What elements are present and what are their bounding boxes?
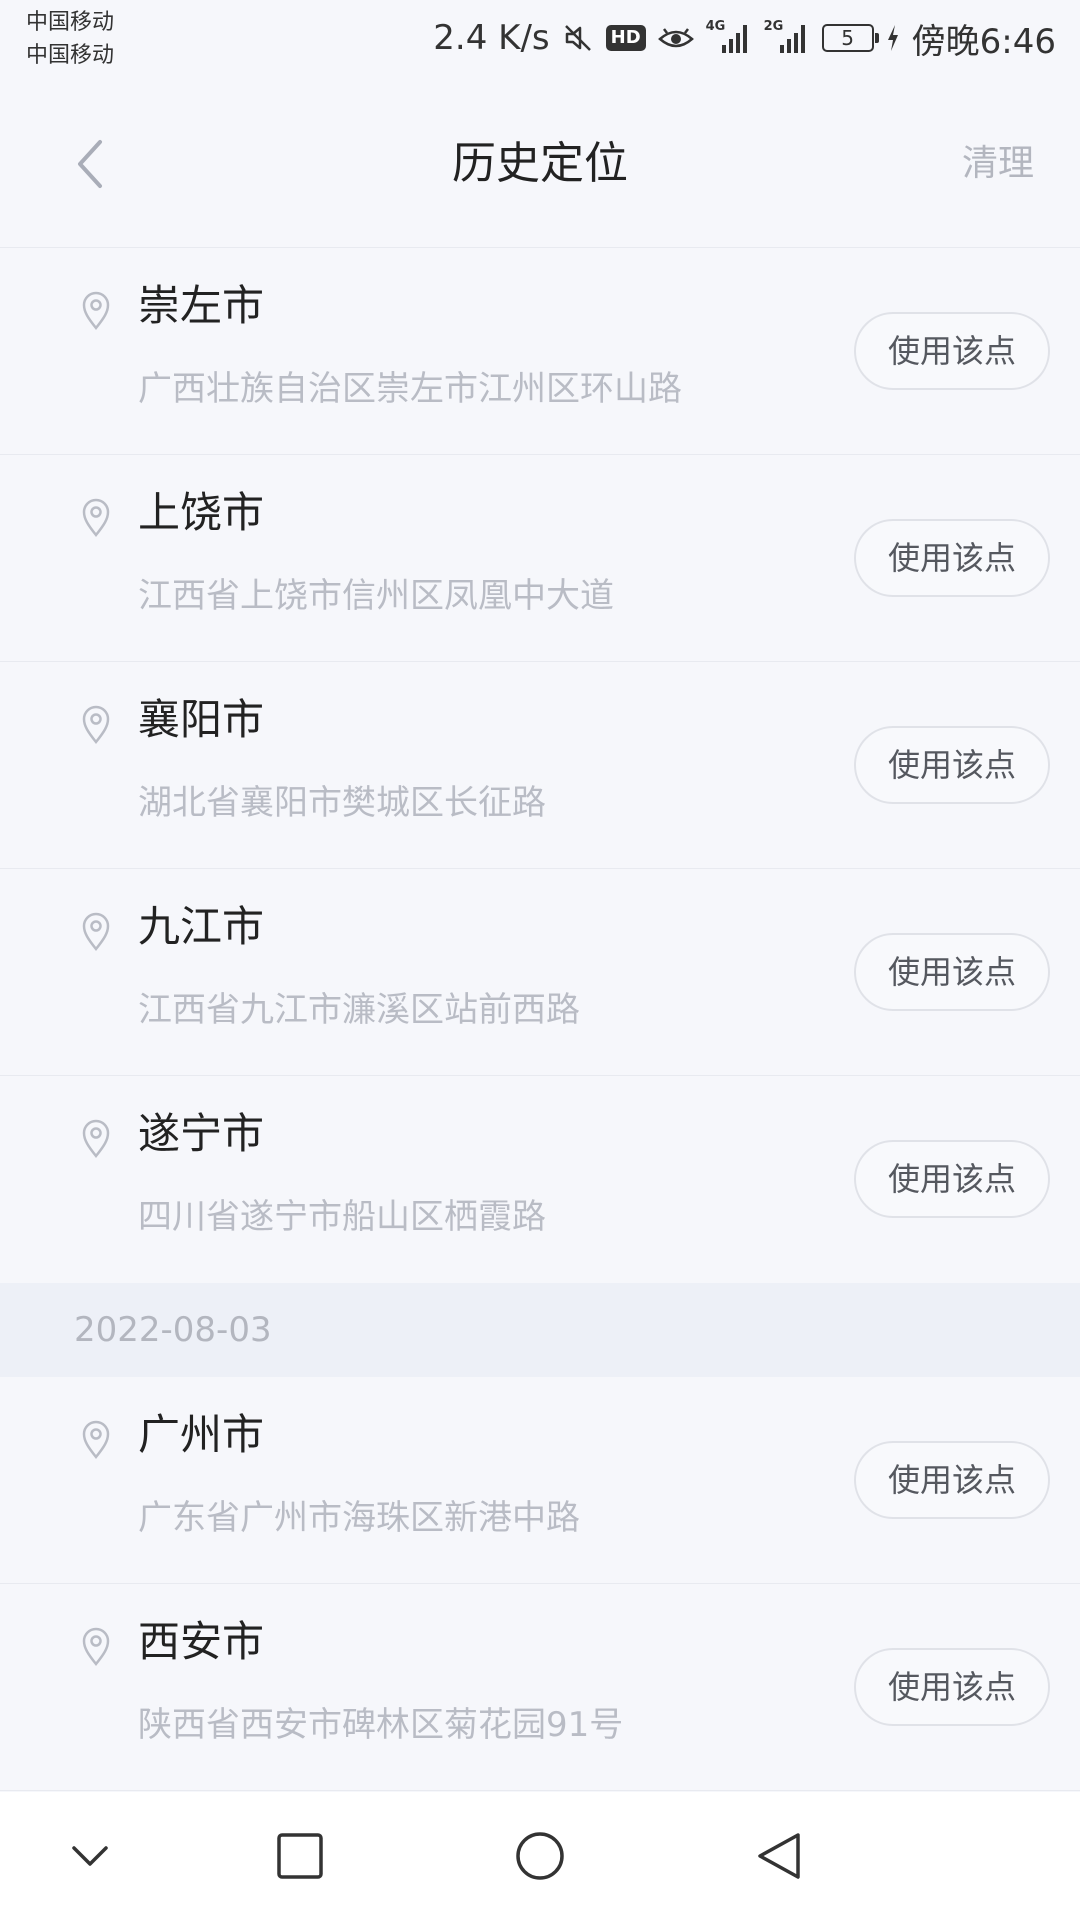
location-name: 上饶市: [138, 488, 265, 537]
nav-hide-button[interactable]: [64, 1830, 116, 1882]
location-history-list: 崇左市 广西壮族自治区崇左市江州区环山路 使用该点 上饶市 江西省上饶市信州区凤…: [0, 248, 1080, 1791]
chevron-down-icon: [72, 1846, 108, 1866]
nav-back-button[interactable]: [754, 1830, 806, 1882]
location-address: 江西省上饶市信州区凤凰中大道: [138, 576, 614, 616]
location-pin-icon: [82, 1119, 110, 1158]
location-item[interactable]: 遂宁市 四川省遂宁市船山区栖霞路 使用该点: [0, 1076, 1080, 1283]
page-title: 历史定位: [452, 138, 628, 189]
location-name: 广州市: [138, 1410, 265, 1459]
location-address: 江西省九江市濂溪区站前西路: [138, 990, 580, 1030]
signal-4g-label: 4G: [705, 19, 726, 34]
location-name: 崇左市: [138, 281, 265, 330]
use-location-button[interactable]: 使用该点: [854, 1140, 1050, 1218]
location-pin-icon: [82, 291, 110, 330]
status-time: 傍晚6:46: [911, 21, 1056, 62]
location-item[interactable]: 九江市 江西省九江市濂溪区站前西路 使用该点: [0, 869, 1080, 1076]
triangle-back-icon: [758, 1833, 800, 1879]
location-pin-icon: [82, 705, 110, 744]
location-item[interactable]: 上饶市 江西省上饶市信州区凤凰中大道 使用该点: [0, 455, 1080, 662]
location-name: 襄阳市: [138, 695, 265, 744]
clear-button[interactable]: 清理: [962, 80, 1034, 248]
signal-2g-icon: 2G: [763, 19, 810, 55]
location-pin-icon: [82, 1420, 110, 1459]
system-nav-bar: [0, 1792, 1080, 1920]
location-item[interactable]: 襄阳市 湖北省襄阳市樊城区长征路 使用该点: [0, 662, 1080, 869]
page-header: 历史定位 清理: [0, 80, 1080, 248]
history-location-screen: 中国移动 中国移动 2.4 K/s HD 4G 2G 5 傍晚6:46 历史定位…: [0, 0, 1080, 1920]
nav-home-button[interactable]: [514, 1830, 566, 1882]
location-name: 西安市: [138, 1617, 265, 1666]
location-item[interactable]: 广州市 广东省广州市海珠区新港中路 使用该点: [0, 1377, 1080, 1584]
circle-icon: [516, 1832, 564, 1880]
status-bar: 中国移动 中国移动 2.4 K/s HD 4G 2G 5 傍晚6:46: [0, 0, 1080, 80]
carrier-info: 中国移动 中国移动: [26, 6, 114, 72]
carrier-2: 中国移动: [26, 43, 115, 68]
use-location-button[interactable]: 使用该点: [854, 312, 1050, 390]
status-icons: 2.4 K/s HD 4G 2G 5 傍晚6:46: [433, 14, 1056, 62]
date-section-header: 2022-08-03: [0, 1283, 1080, 1377]
location-address: 广东省广州市海珠区新港中路: [138, 1498, 580, 1538]
location-pin-icon: [82, 912, 110, 951]
location-pin-icon: [82, 498, 110, 537]
location-address: 湖北省襄阳市樊城区长征路: [138, 783, 546, 823]
use-location-button[interactable]: 使用该点: [854, 726, 1050, 804]
nav-recents-button[interactable]: [274, 1830, 326, 1882]
location-address: 广西壮族自治区崇左市江州区环山路: [138, 369, 682, 409]
signal-4g-icon: 4G: [705, 19, 752, 55]
mute-icon: [562, 22, 594, 54]
use-location-button[interactable]: 使用该点: [854, 1441, 1050, 1519]
use-location-button[interactable]: 使用该点: [854, 1648, 1050, 1726]
square-icon: [277, 1833, 323, 1879]
location-item[interactable]: 西安市 陕西省西安市碑林区菊花园91号 使用该点: [0, 1584, 1080, 1791]
signal-2g-label: 2G: [763, 19, 784, 34]
eye-icon: [657, 23, 694, 53]
charging-icon: [886, 24, 900, 52]
location-address: 陕西省西安市碑林区菊花园91号: [138, 1705, 624, 1745]
carrier-1: 中国移动: [26, 10, 115, 35]
battery-icon: 5: [821, 24, 879, 52]
use-location-button[interactable]: 使用该点: [854, 519, 1050, 597]
hd-icon: HD: [605, 25, 646, 51]
location-pin-icon: [82, 1627, 110, 1666]
use-location-button[interactable]: 使用该点: [854, 933, 1050, 1011]
location-item[interactable]: 崇左市 广西壮族自治区崇左市江州区环山路 使用该点: [0, 248, 1080, 455]
location-name: 遂宁市: [138, 1109, 265, 1158]
location-address: 四川省遂宁市船山区栖霞路: [138, 1197, 546, 1237]
network-speed: 2.4 K/s: [433, 18, 550, 58]
location-name: 九江市: [138, 902, 265, 951]
battery-level: 5: [841, 26, 854, 50]
